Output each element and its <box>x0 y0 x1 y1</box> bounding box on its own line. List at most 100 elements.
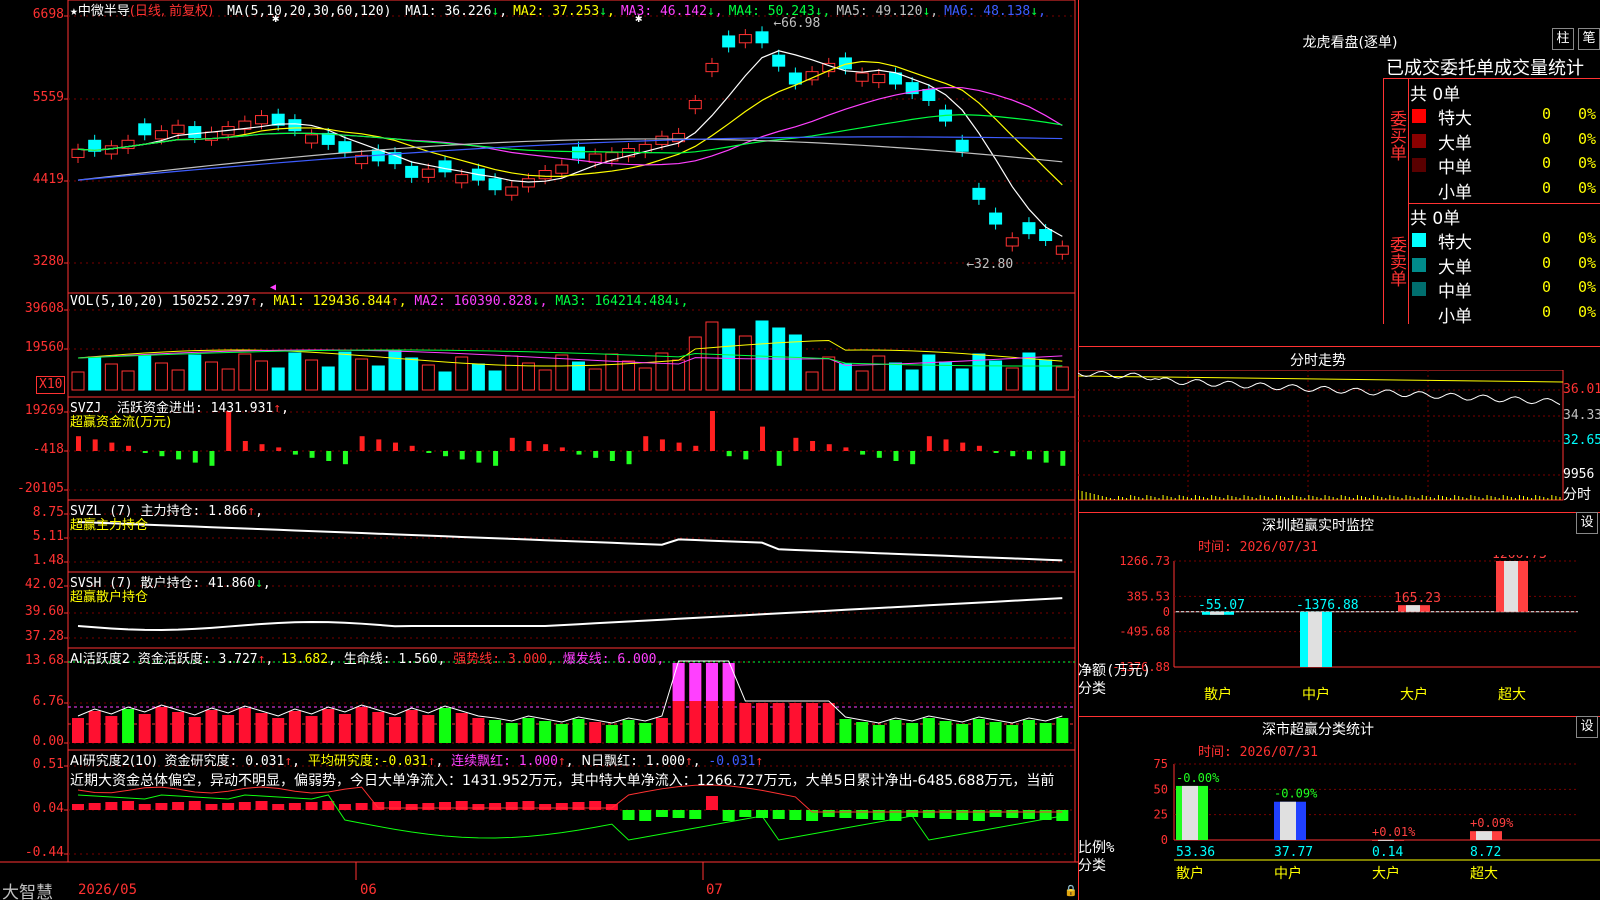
activity-bar <box>939 721 952 743</box>
activity-bar <box>322 709 335 743</box>
activity-burst <box>722 663 735 701</box>
low-price-label: ←32.80 <box>966 257 1013 272</box>
main-holding-line <box>77 521 1063 562</box>
lock-icon[interactable]: 🔒 <box>1064 884 1078 897</box>
candle <box>1022 222 1036 235</box>
flow-bar <box>493 451 499 466</box>
research-bar <box>272 804 285 810</box>
ratio-value-label: 37.77 <box>1274 845 1313 860</box>
svzl-sub: 超赢主力持仓 <box>70 518 149 533</box>
order-count-value: 0 <box>1542 253 1552 272</box>
research-bar <box>305 802 318 810</box>
x-category-label: 中户 <box>1274 865 1302 882</box>
candle <box>738 34 752 44</box>
ma-legend-item: MA1: 36.226↓, <box>405 4 508 19</box>
color-swatch <box>1412 133 1426 148</box>
activity-bar <box>222 715 235 743</box>
activity-bar <box>1022 720 1035 743</box>
research-bar <box>172 802 185 810</box>
bar-超大 <box>1496 561 1528 612</box>
intraday-chart[interactable] <box>1078 370 1600 512</box>
candle <box>972 187 986 200</box>
activity-bar <box>772 703 785 743</box>
activity-burst <box>672 663 685 701</box>
activity-bar <box>906 723 919 743</box>
activity-bar <box>439 708 452 743</box>
tick-mode-button[interactable]: 笔 <box>1578 28 1600 50</box>
activity-bar <box>305 716 318 743</box>
candle <box>555 164 569 174</box>
research-bar <box>489 803 502 810</box>
order-percent-value: 0% <box>1578 253 1597 272</box>
volume-bar <box>955 368 969 391</box>
activity-bar <box>138 714 151 743</box>
activity-bar <box>789 703 802 743</box>
vol-scale-badge[interactable]: X10 <box>36 376 66 394</box>
classify-settings-button[interactable]: 设 <box>1576 716 1598 738</box>
monitor-settings-button[interactable]: 设 <box>1576 512 1598 534</box>
y-axis-tick: -418 <box>32 442 64 457</box>
volume-bar <box>1005 367 1019 391</box>
y-tick-label: 0 <box>1163 605 1170 619</box>
bar-value-label: -55.07 <box>1198 598 1245 613</box>
color-swatch <box>1412 109 1426 123</box>
candle <box>171 124 185 134</box>
y-axis-tick: 42.02 <box>24 577 64 592</box>
avg-price-line <box>1078 375 1564 383</box>
activity-bar <box>856 722 869 743</box>
volume-bar <box>154 362 168 391</box>
candle <box>538 169 552 180</box>
order-type-label: 小单 <box>1438 182 1472 203</box>
order-count: 共 0单 <box>1410 85 1461 105</box>
y-axis-tick: 0.04 <box>32 801 64 816</box>
bar-mode-button[interactable]: 柱 <box>1552 28 1574 50</box>
research-bar <box>922 810 935 818</box>
flow-bar <box>576 451 582 455</box>
activity-bar <box>205 710 218 743</box>
activity-bar <box>338 714 351 743</box>
research-bar <box>122 801 135 810</box>
bar-中户 <box>1300 611 1332 667</box>
flow-bar <box>226 411 232 451</box>
activity-bar <box>422 715 435 743</box>
activity-bar <box>188 717 201 743</box>
y-tick-label: 385.53 <box>1127 589 1170 603</box>
volume-bar <box>238 353 252 391</box>
y-axis-tick: 1.48 <box>32 553 64 568</box>
candle <box>521 178 535 188</box>
svzj-sub: 超赢资金流(万元) <box>70 415 172 430</box>
ratio-change-label: -0.00% <box>1176 771 1220 785</box>
flow-bar <box>109 442 115 451</box>
research-bar <box>555 803 568 810</box>
flow-bar <box>860 451 866 455</box>
volume-bar <box>204 361 218 391</box>
research-bar <box>739 810 752 817</box>
activity-bar <box>539 721 552 743</box>
volume-bar <box>338 351 352 391</box>
research-bar <box>689 810 702 819</box>
order-row-sell: 大单 0 0% <box>1410 253 1600 278</box>
lhb-subtitle: 已成交委托单成交量统计 <box>1386 58 1584 79</box>
flow-bar <box>976 445 982 451</box>
activity-bar <box>172 712 185 743</box>
candle <box>788 72 802 85</box>
candle <box>989 212 1003 225</box>
volume-bar <box>638 367 652 391</box>
order-type-label: 特大 <box>1438 109 1472 129</box>
activity-bar <box>839 719 852 743</box>
ma-legend-item: MA2: 37.253↓, <box>513 4 615 19</box>
candle <box>104 145 118 155</box>
panel-divider <box>1078 716 1600 717</box>
order-row-buy: 中单 0 0% <box>1410 153 1600 178</box>
activity-bar <box>72 718 84 743</box>
activity-bar <box>238 708 251 743</box>
activity-bar <box>739 703 752 743</box>
volume-bar <box>371 365 385 391</box>
y-axis-tick: -20105 <box>17 481 64 496</box>
activity-bar <box>555 724 568 743</box>
order-row-buy: 大单 0 0% <box>1410 129 1600 154</box>
star-icon[interactable]: ★ <box>70 4 78 19</box>
flow-bar <box>893 451 899 461</box>
volume-bar <box>872 355 886 391</box>
activity-bar <box>622 720 635 743</box>
